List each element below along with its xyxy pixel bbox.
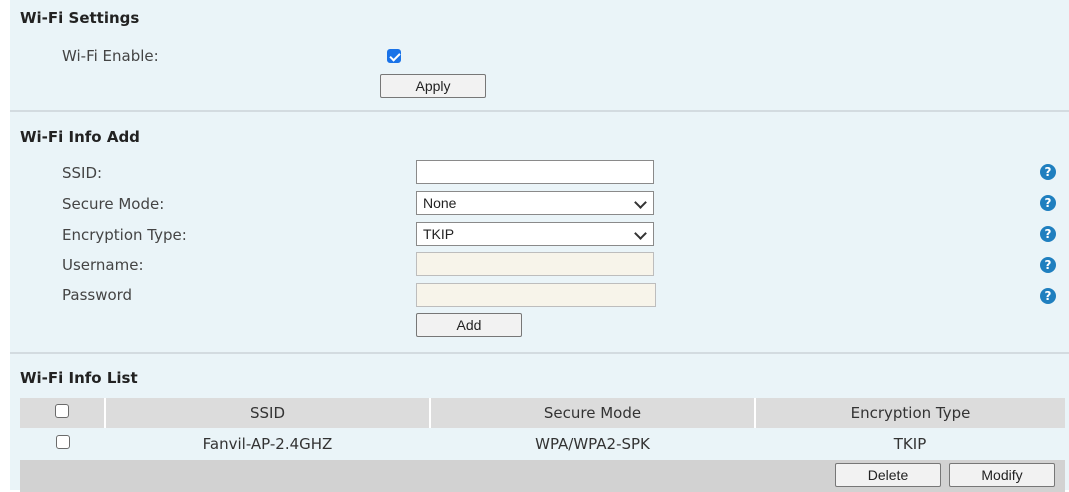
delete-button[interactable]: Delete xyxy=(835,463,941,487)
column-header-encryption-type: Encryption Type xyxy=(755,398,1065,428)
table-action-row: Delete Modify xyxy=(20,460,1065,492)
select-all-checkbox[interactable] xyxy=(55,404,69,418)
wifi-enable-checkbox[interactable] xyxy=(387,49,401,63)
password-input[interactable] xyxy=(416,283,656,307)
table-actions: Delete Modify xyxy=(755,460,1065,492)
section-title-wifi-info-list: Wi-Fi Info List xyxy=(20,369,138,387)
ssid-label: SSID: xyxy=(62,164,103,182)
select-all-header xyxy=(20,398,106,428)
section-title-wifi-settings: Wi-Fi Settings xyxy=(20,9,140,27)
encryption-type-label: Encryption Type: xyxy=(62,226,187,244)
encryption-type-select[interactable]: TKIP xyxy=(416,222,654,246)
secure-mode-label: Secure Mode: xyxy=(62,195,165,213)
username-input[interactable] xyxy=(416,252,654,276)
help-icon[interactable]: ? xyxy=(1040,257,1056,273)
secure-mode-value: None xyxy=(423,195,457,211)
encryption-type-value: TKIP xyxy=(423,226,455,242)
row-select-cell xyxy=(20,428,105,460)
help-icon[interactable]: ? xyxy=(1040,226,1056,242)
section-title-wifi-info-add: Wi-Fi Info Add xyxy=(20,128,140,146)
column-header-ssid: SSID xyxy=(105,398,431,428)
wifi-enable-label: Wi-Fi Enable: xyxy=(62,47,159,65)
row-ssid: Fanvil-AP-2.4GHZ xyxy=(202,435,333,453)
wifi-settings-section: Wi-Fi Settings Wi-Fi Enable: Apply xyxy=(10,0,1069,110)
ssid-input[interactable] xyxy=(416,160,654,184)
chevron-down-icon xyxy=(634,196,647,209)
secure-mode-select[interactable]: None xyxy=(416,191,654,215)
wifi-info-add-section: Wi-Fi Info Add SSID: ? Secure Mode: None… xyxy=(10,112,1069,352)
row-encryption-type: TKIP xyxy=(893,435,927,453)
row-secure-mode: WPA/WPA2-SPK xyxy=(535,435,650,453)
table-header-row: SSID Secure Mode Encryption Type xyxy=(20,398,1065,428)
help-icon[interactable]: ? xyxy=(1040,288,1056,304)
apply-button[interactable]: Apply xyxy=(380,74,486,98)
chevron-down-icon xyxy=(634,227,647,240)
column-header-secure-mode: Secure Mode xyxy=(430,398,756,428)
help-icon[interactable]: ? xyxy=(1040,195,1056,211)
wifi-info-table: SSID Secure Mode Encryption Type Fanvil-… xyxy=(20,398,1065,492)
help-icon[interactable]: ? xyxy=(1040,164,1056,180)
row-checkbox[interactable] xyxy=(55,435,70,449)
table-row[interactable]: Fanvil-AP-2.4GHZ WPA/WPA2-SPK TKIP xyxy=(20,428,1065,460)
add-button[interactable]: Add xyxy=(416,313,522,337)
password-label: Password xyxy=(62,286,133,304)
modify-button[interactable]: Modify xyxy=(949,463,1055,487)
username-label: Username: xyxy=(62,256,144,274)
wifi-info-list-section: Wi-Fi Info List SSID Secure Mode Encrypt… xyxy=(10,354,1069,492)
